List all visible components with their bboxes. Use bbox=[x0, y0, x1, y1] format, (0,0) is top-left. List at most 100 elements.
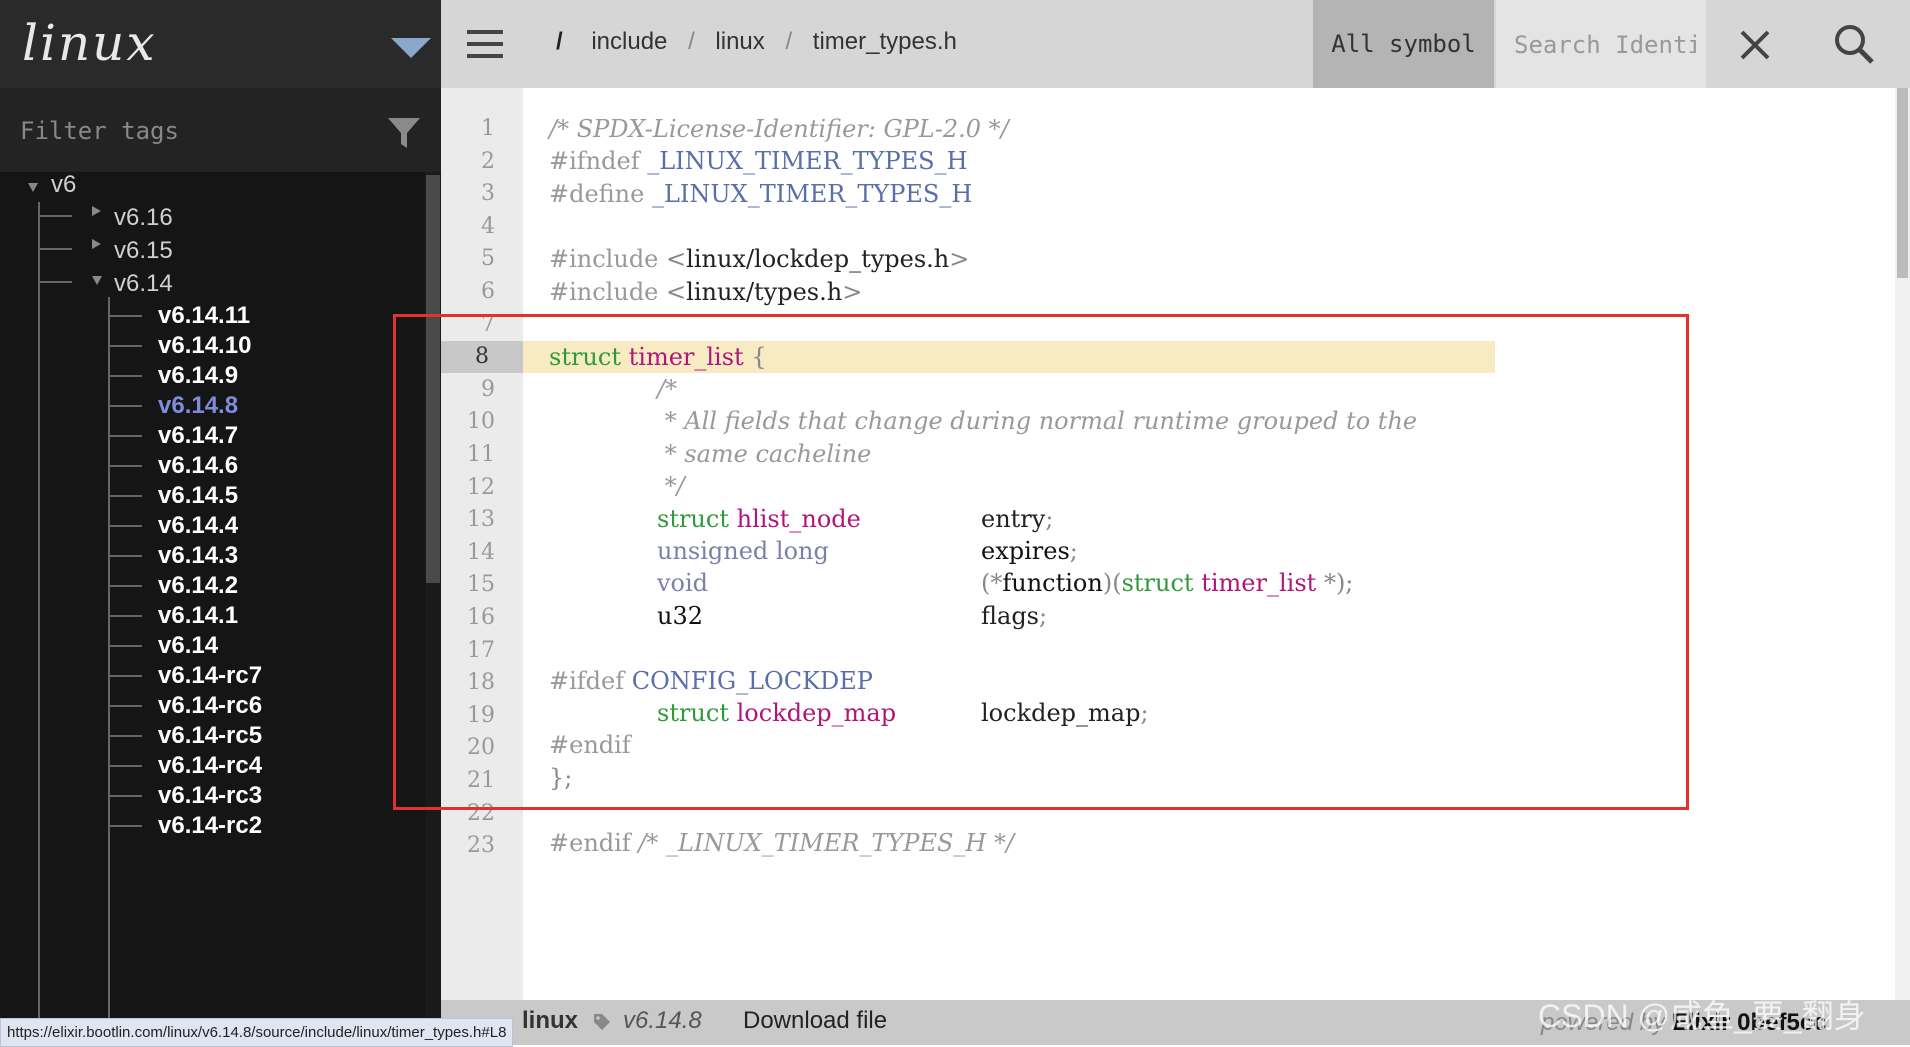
line-number[interactable]: 13 bbox=[441, 504, 495, 536]
tag-item[interactable]: v6.14.7 bbox=[158, 422, 238, 450]
code-line-19: struct lockdep_map bbox=[657, 697, 896, 729]
line-number[interactable]: 17 bbox=[441, 635, 495, 667]
top-bar: / include / linux / timer_types.h All sy… bbox=[441, 0, 1910, 88]
identifier-link[interactable]: timer_list bbox=[1201, 569, 1316, 597]
tag-item[interactable]: v6.14-rc6 bbox=[158, 692, 262, 720]
macro-link[interactable]: _LINUX_TIMER_TYPES_H bbox=[647, 147, 967, 175]
tag-item[interactable]: v6.14-rc3 bbox=[158, 782, 262, 810]
preprocessor: #include bbox=[549, 245, 659, 273]
line-number[interactable]: 10 bbox=[441, 406, 495, 438]
filter-icon[interactable] bbox=[387, 116, 421, 150]
close-icon[interactable] bbox=[1706, 0, 1800, 88]
preprocessor: #ifdef bbox=[549, 667, 625, 695]
tag-item[interactable]: v6.14.2 bbox=[158, 572, 238, 600]
search-icon[interactable] bbox=[1800, 0, 1910, 88]
line-number[interactable]: 22 bbox=[441, 798, 495, 830]
macro-link[interactable]: _LINUX_TIMER_TYPES_H bbox=[652, 180, 972, 208]
line-number[interactable]: 19 bbox=[441, 700, 495, 732]
tag-item[interactable]: v6.14.4 bbox=[158, 512, 238, 540]
breadcrumb-item[interactable]: linux bbox=[715, 28, 764, 55]
line-number[interactable]: 18 bbox=[441, 667, 495, 699]
line-number[interactable]: 16 bbox=[441, 602, 495, 634]
line-number[interactable]: 12 bbox=[441, 472, 495, 504]
identifier-link[interactable]: timer_list bbox=[629, 343, 744, 371]
tag-item[interactable]: v6.14-rc4 bbox=[158, 752, 262, 780]
line-number[interactable]: 6 bbox=[441, 276, 495, 308]
tag-item[interactable]: v6.14.5 bbox=[158, 482, 238, 510]
preprocessor: #endif bbox=[549, 731, 631, 759]
line-number[interactable]: 21 bbox=[441, 765, 495, 797]
caret-down-icon[interactable] bbox=[391, 38, 431, 58]
expanded-triangle-icon[interactable] bbox=[28, 183, 38, 192]
close-search-button[interactable] bbox=[1706, 0, 1800, 88]
elixir-version-link[interactable]: Elixir 0bef5cc bbox=[1672, 1009, 1827, 1036]
tree-connector bbox=[38, 281, 72, 283]
tag-item[interactable]: v6.14-rc7 bbox=[158, 662, 262, 690]
project-name[interactable]: linux bbox=[22, 14, 157, 72]
tag-item[interactable]: v6.14.1 bbox=[158, 602, 238, 630]
breadcrumb: / include / linux / timer_types.h bbox=[556, 28, 957, 56]
filter-tags-input[interactable] bbox=[18, 106, 372, 156]
comment: * All fields that change during normal r… bbox=[657, 407, 1418, 435]
expanded-triangle-icon[interactable] bbox=[92, 276, 102, 285]
identifier-link[interactable]: lockdep_map bbox=[737, 699, 896, 727]
tree-node-v6[interactable]: v6 bbox=[51, 172, 76, 199]
tag-item[interactable]: v6.14 bbox=[158, 632, 218, 660]
tag-item[interactable]: v6.14.3 bbox=[158, 542, 238, 570]
menu-icon[interactable] bbox=[467, 30, 503, 58]
punct: }; bbox=[549, 764, 573, 792]
tree-node-v6-15[interactable]: v6.15 bbox=[114, 237, 173, 265]
identifier-link[interactable]: hlist_node bbox=[737, 505, 861, 533]
tree-connector bbox=[108, 405, 142, 407]
preprocessor: #include bbox=[549, 278, 659, 306]
member-link[interactable]: function bbox=[1002, 569, 1102, 597]
line-number[interactable]: 23 bbox=[441, 830, 495, 862]
tag-item[interactable]: v6.14.9 bbox=[158, 362, 238, 390]
include-link[interactable]: linux/lockdep_types.h bbox=[686, 245, 949, 273]
keyword: struct bbox=[657, 699, 729, 727]
tree-node-v6-14[interactable]: v6.14 bbox=[114, 270, 173, 298]
macro-link[interactable]: CONFIG_LOCKDEP bbox=[632, 667, 873, 695]
include-link[interactable]: linux/types.h bbox=[686, 278, 842, 306]
code-line-23: #endif /* _LINUX_TIMER_TYPES_H */ bbox=[549, 827, 1014, 859]
tag-item[interactable]: v6.14.11 bbox=[158, 302, 250, 330]
tag-item[interactable]: v6.14-rc2 bbox=[158, 812, 262, 840]
breadcrumb-current[interactable]: timer_types.h bbox=[813, 28, 957, 55]
tag-item[interactable]: v6.14.6 bbox=[158, 452, 238, 480]
breadcrumb-item[interactable]: include bbox=[591, 28, 667, 55]
line-number[interactable]: 1 bbox=[441, 113, 495, 145]
tag-item[interactable]: v6.14.8 bbox=[158, 392, 238, 420]
line-number[interactable]: 8 bbox=[441, 341, 523, 373]
line-number[interactable]: 20 bbox=[441, 732, 495, 764]
line-number[interactable]: 5 bbox=[441, 243, 495, 275]
collapsed-triangle-icon[interactable] bbox=[92, 239, 101, 249]
line-number[interactable]: 7 bbox=[441, 309, 495, 341]
member-link[interactable]: expires bbox=[981, 537, 1070, 565]
download-file-link[interactable]: Download file bbox=[743, 1007, 887, 1035]
collapsed-triangle-icon[interactable] bbox=[92, 206, 101, 216]
search-input[interactable] bbox=[1512, 20, 1698, 70]
line-number[interactable]: 3 bbox=[441, 178, 495, 210]
line-number[interactable]: 14 bbox=[441, 537, 495, 569]
tag-item[interactable]: v6.14.10 bbox=[158, 332, 251, 360]
symbol-type-select[interactable]: All symbol bbox=[1313, 0, 1494, 88]
type-link[interactable]: u32 bbox=[657, 602, 703, 630]
line-number[interactable]: 4 bbox=[441, 211, 495, 243]
line-number[interactable]: 9 bbox=[441, 374, 495, 406]
punct: < bbox=[666, 278, 687, 306]
line-number[interactable]: 11 bbox=[441, 439, 495, 471]
line-number[interactable]: 15 bbox=[441, 569, 495, 601]
tag-item[interactable]: v6.14-rc5 bbox=[158, 722, 262, 750]
tree-connector bbox=[38, 215, 72, 217]
tree-node-v6-16[interactable]: v6.16 bbox=[114, 204, 173, 232]
sidebar-scroll-thumb[interactable] bbox=[426, 175, 440, 583]
code-line-20: #endif bbox=[549, 729, 631, 761]
breadcrumb-separator: / bbox=[785, 28, 793, 55]
tree-connector bbox=[108, 585, 142, 587]
project-selector[interactable]: linux bbox=[0, 0, 441, 88]
line-number[interactable]: 2 bbox=[441, 146, 495, 178]
breadcrumb-root[interactable]: / bbox=[556, 28, 563, 55]
footer-project: linux bbox=[522, 1007, 579, 1034]
page-scroll-thumb[interactable] bbox=[1897, 88, 1908, 278]
search-button[interactable] bbox=[1800, 0, 1910, 88]
